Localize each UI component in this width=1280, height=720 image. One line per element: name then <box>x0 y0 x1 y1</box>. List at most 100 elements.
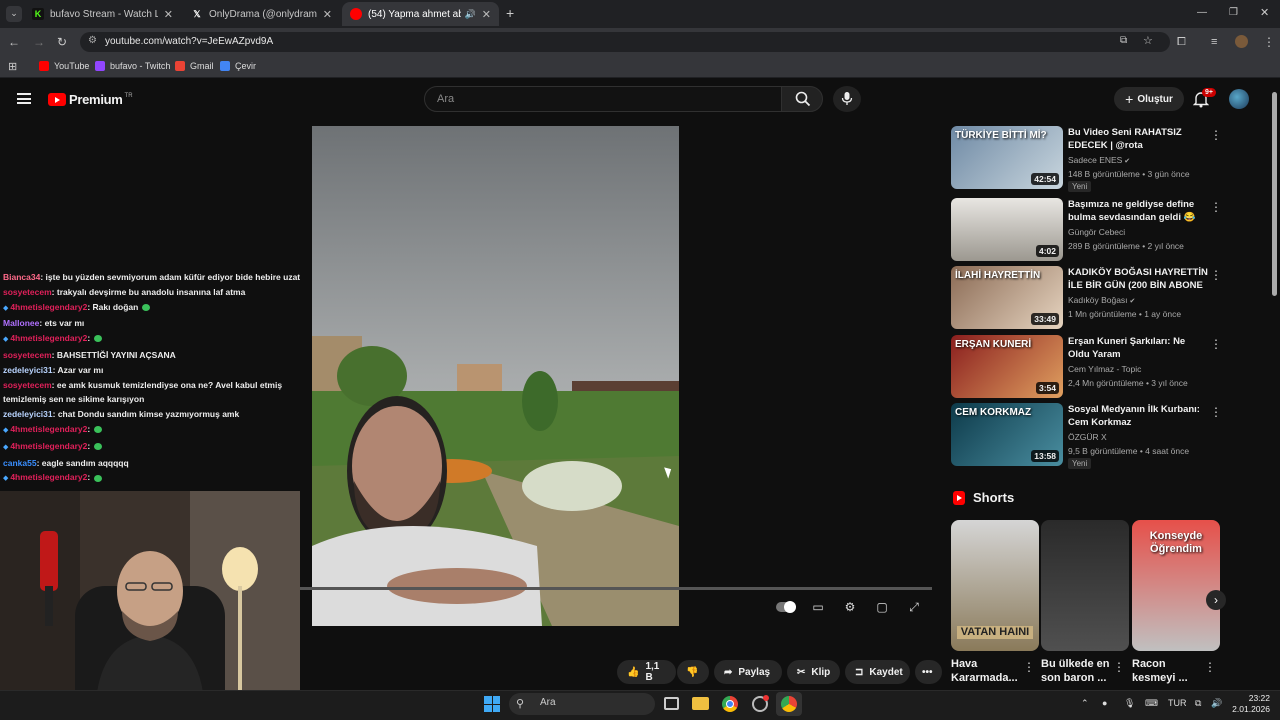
video-menu-icon[interactable]: ⋮ <box>1210 200 1222 214</box>
clock[interactable]: 23:22 2.01.2026 <box>1230 693 1270 715</box>
reload-icon[interactable]: ↻ <box>57 35 67 49</box>
short-title[interactable]: Bu ülkede en son baron ... <box>1041 657 1111 685</box>
chat-username[interactable]: sosyetecem <box>3 380 52 390</box>
bookmark-item[interactable]: Gmail <box>175 61 214 71</box>
close-tab-icon[interactable]: ✕ <box>482 8 491 21</box>
bookmark-item[interactable]: Çevir <box>220 61 256 71</box>
volume-icon[interactable]: 🔊 <box>1211 698 1222 709</box>
chat-username[interactable]: 4hmetislegendary2 <box>10 472 87 482</box>
video-thumbnail[interactable]: TÜRKİYE BİTTİ Mİ? 42:54 <box>951 126 1063 189</box>
video-thumbnail[interactable]: İLAHİ HAYRETTİN 33:49 <box>951 266 1063 329</box>
fullscreen-icon[interactable]: ⤢ <box>905 600 923 614</box>
tab-search-icon[interactable]: ⌄ <box>6 6 22 22</box>
page-scrollbar[interactable] <box>1272 92 1277 296</box>
chat-username[interactable]: 4hmetislegendary2 <box>10 441 87 451</box>
video-menu-icon[interactable]: ⋮ <box>1210 268 1222 282</box>
chrome-icon[interactable] <box>722 696 738 712</box>
account-avatar[interactable] <box>1229 89 1249 109</box>
channel-name[interactable]: ÖZGÜR X <box>1068 432 1107 442</box>
short-thumbnail[interactable]: VATAN HAINI <box>951 520 1039 651</box>
bookmark-item[interactable]: bufavo - Twitch <box>95 61 170 71</box>
voice-search-button[interactable] <box>833 86 861 112</box>
bookmark-star-icon[interactable]: ☆ <box>1143 34 1153 47</box>
search-input[interactable]: Ara <box>424 86 782 112</box>
create-button[interactable]: + Oluştur <box>1114 87 1184 111</box>
dislike-button[interactable]: 👎 <box>677 660 709 684</box>
browser-menu-icon[interactable]: ⋮ <box>1263 35 1275 49</box>
task-view-icon[interactable] <box>664 697 679 710</box>
share-button[interactable]: ➦ Paylaş <box>714 660 782 684</box>
browser-tab[interactable]: Kbufavo Stream - Watch Live on ✕ <box>24 2 181 26</box>
autoplay-toggle[interactable] <box>776 600 796 614</box>
tray-keyboard-icon[interactable]: ⌨ <box>1145 698 1158 709</box>
chat-username[interactable]: 4hmetislegendary2 <box>10 424 87 434</box>
notifications-button[interactable]: 9+ <box>1192 88 1216 111</box>
browser-tab[interactable]: 𝕏 OnlyDrama (@onlydramaX) / X ✕ <box>183 2 340 26</box>
cast-icon[interactable]: ⧉ <box>1120 35 1127 46</box>
chat-username[interactable]: zedeleyici31 <box>3 365 53 375</box>
extensions-icon[interactable]: ⧠ <box>1177 35 1186 49</box>
channel-name[interactable]: Kadıköy Boğası ✔ <box>1068 295 1135 305</box>
video-progress-bar[interactable] <box>300 587 932 590</box>
file-explorer-icon[interactable] <box>692 697 709 710</box>
close-window-icon[interactable]: ✕ <box>1260 6 1269 20</box>
chat-username[interactable]: 4hmetislegendary2 <box>10 333 87 343</box>
channel-name[interactable]: Güngör Cebeci <box>1068 227 1125 237</box>
chat-username[interactable]: Mallonee <box>3 318 39 328</box>
shorts-next-button[interactable]: › <box>1206 590 1226 610</box>
chat-username[interactable]: sosyetecem <box>3 350 52 360</box>
video-title[interactable]: Başımıza ne geldiyse define bulma sevdas… <box>1068 198 1208 224</box>
short-thumbnail[interactable] <box>1041 520 1129 651</box>
chat-username[interactable]: Bianca34 <box>3 272 40 282</box>
video-title[interactable]: Sosyal Medyanın İlk Kurbanı: Cem Korkmaz <box>1068 403 1208 429</box>
site-info-icon[interactable]: ⚙ <box>88 35 97 46</box>
recommended-video[interactable]: TÜRKİYE BİTTİ Mİ? 42:54 Bu Video Seni RAHA… <box>951 126 1222 192</box>
minimize-icon[interactable]: — <box>1197 6 1207 20</box>
more-actions-button[interactable]: ••• <box>915 660 942 684</box>
short-menu-icon[interactable]: ⋮ <box>1113 660 1125 674</box>
video-menu-icon[interactable]: ⋮ <box>1210 128 1222 142</box>
chat-username[interactable]: 4hmetislegendary2 <box>10 302 87 312</box>
guide-menu-icon[interactable] <box>17 93 31 104</box>
tray-mic-icon[interactable]: 🎙 <box>1124 698 1135 709</box>
short-menu-icon[interactable]: ⋮ <box>1023 660 1035 674</box>
video-title[interactable]: KADIKÖY BOĞASI HAYRETTİN İLE BİR GÜN (20… <box>1068 266 1208 292</box>
forward-icon[interactable]: → <box>33 35 45 49</box>
video-thumbnail[interactable]: 4:02 <box>951 198 1063 261</box>
video-title[interactable]: Bu Video Seni RAHATSIZ EDECEK | @rota <box>1068 126 1208 152</box>
close-tab-icon[interactable]: ✕ <box>164 8 173 21</box>
app-icon[interactable] <box>752 695 769 712</box>
back-icon[interactable]: ← <box>8 35 20 49</box>
chat-username[interactable]: zedeleyici31 <box>3 409 53 419</box>
channel-name[interactable]: Cem Yılmaz - Topic <box>1068 364 1141 374</box>
reading-list-icon[interactable]: ≡ <box>1211 35 1217 49</box>
chrome-active-taskbar-item[interactable] <box>776 692 802 716</box>
windows-start-icon[interactable] <box>484 696 500 712</box>
like-button[interactable]: 👍 1,1 B <box>617 660 676 684</box>
clip-button[interactable]: ✂ Klip <box>787 660 840 684</box>
channel-name[interactable]: Sadece ENES ✔ <box>1068 155 1130 165</box>
apps-grid-icon[interactable]: ⊞ <box>8 60 17 74</box>
short-menu-icon[interactable]: ⋮ <box>1204 660 1216 674</box>
maximize-icon[interactable]: ❐ <box>1229 6 1238 20</box>
short-title[interactable]: Hava Kararmada... <box>951 657 1021 685</box>
network-icon[interactable]: ⧉ <box>1195 698 1201 709</box>
chat-username[interactable]: sosyetecem <box>3 287 52 297</box>
video-menu-icon[interactable]: ⋮ <box>1210 337 1222 351</box>
recommended-video[interactable]: İLAHİ HAYRETTİN 33:49 KADIKÖY BOĞASI HAYRE… <box>951 266 1222 330</box>
tray-app-icon[interactable]: ● <box>1102 698 1107 708</box>
new-tab-icon[interactable]: + <box>506 6 514 20</box>
address-bar[interactable]: ⚙ youtube.com/watch?v=JeEwAZpvd9A ⧉ ☆ <box>80 32 1170 52</box>
video-title[interactable]: Erşan Kuneri Şarkıları: Ne Oldu Yaram <box>1068 335 1208 361</box>
video-thumbnail[interactable]: CEM KORKMAZ 13:58 <box>951 403 1063 466</box>
taskbar-search[interactable]: Ara <box>509 693 655 715</box>
bookmark-item[interactable]: YouTube <box>39 61 89 71</box>
short-title[interactable]: Racon kesmeyi ... <box>1132 657 1202 685</box>
short-thumbnail[interactable]: Konseyde Öğrendim <box>1132 520 1220 651</box>
chat-username[interactable]: canka55 <box>3 458 37 468</box>
settings-gear-icon[interactable]: ⚙ <box>841 600 859 614</box>
profile-avatar[interactable] <box>1235 35 1248 48</box>
language-indicator[interactable]: TUR <box>1168 698 1187 708</box>
subtitles-icon[interactable]: ▭ <box>809 600 827 614</box>
recommended-video[interactable]: ERŞAN KUNERİ 3:54 Erşan Kuneri Şarkıları: … <box>951 335 1222 399</box>
